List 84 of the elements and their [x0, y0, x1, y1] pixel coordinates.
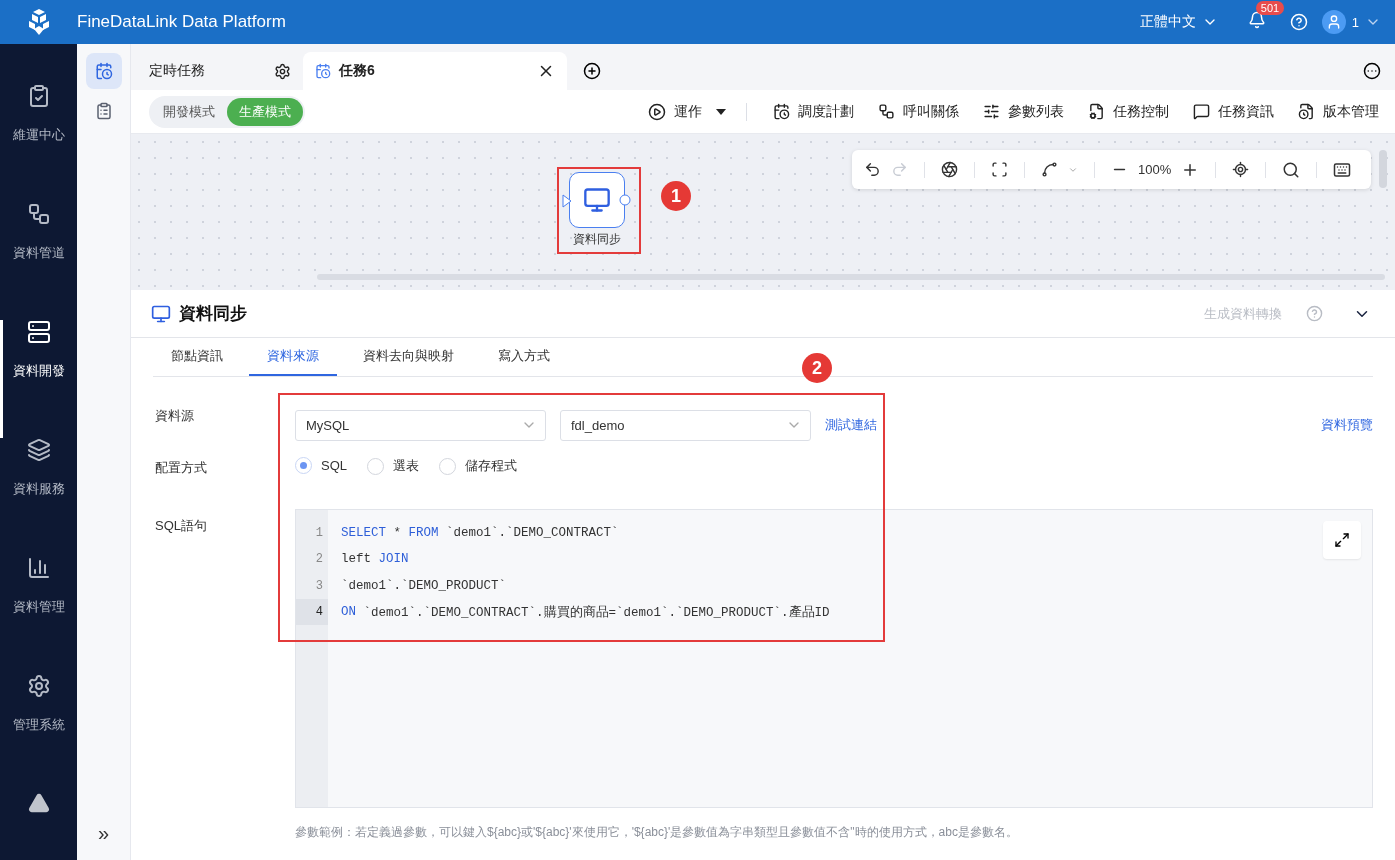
input-port[interactable] [562, 194, 572, 208]
sync-node[interactable] [569, 172, 625, 228]
app-title: FineDataLink Data Platform [77, 12, 287, 32]
maximize-icon [1334, 532, 1350, 548]
output-port[interactable] [619, 194, 631, 206]
field-label: 配置方式 [155, 459, 208, 477]
toolbar-action[interactable]: 版本管理 [1298, 102, 1379, 121]
panel-title: 資料同步 [179, 303, 248, 325]
toolbar-action[interactable]: 參數列表 [983, 102, 1064, 121]
code-line: ON `demo1`.`DEMO_CONTRACT`.購買的商品=`demo1`.`DEMO_PRODUCT`.產品ID [341, 604, 830, 622]
radio-option[interactable]: 儲存程式 [439, 457, 517, 475]
nav-item[interactable]: 維運中心 [0, 84, 77, 202]
gear-icon [26, 673, 51, 698]
calendar-icon [773, 103, 790, 120]
file-clock-icon [1298, 103, 1315, 120]
expand-button[interactable]: » [91, 821, 116, 846]
search-icon[interactable] [1282, 160, 1301, 179]
nav-item[interactable]: 資料管道 [0, 201, 77, 320]
undo-icon[interactable] [864, 161, 881, 178]
file-gear-icon [1088, 103, 1105, 120]
line-number: 1 [314, 525, 324, 543]
nav-item[interactable]: 管理系統 [0, 673, 77, 792]
field-label: SQL語句 [155, 517, 208, 535]
sliders-icon [983, 103, 1000, 120]
node-label: 資料同步 [573, 231, 621, 248]
db-type-select[interactable]: MySQL [295, 409, 546, 441]
code-line: `demo1`.`DEMO_PRODUCT` [341, 577, 508, 595]
toolbar-action[interactable]: 任務控制 [1088, 102, 1169, 121]
mode-toggle[interactable]: 開發模式 [151, 97, 227, 126]
scrollbar[interactable] [1379, 150, 1387, 188]
monitor-icon [583, 186, 611, 214]
nav-item[interactable]: 資料管理 [0, 555, 77, 674]
field-label: 資料源 [155, 407, 195, 425]
clipboard-icon [94, 102, 113, 120]
preview-link[interactable]: 資料預覽 [1321, 416, 1373, 434]
sync-icon [151, 303, 171, 324]
bar-chart-icon [26, 555, 51, 580]
server-icon [26, 319, 51, 344]
add-tab-icon[interactable] [583, 62, 601, 80]
sidebar-item[interactable] [85, 53, 122, 89]
panel-tab[interactable]: 寫入方式 [480, 338, 568, 376]
calendar-icon [94, 62, 113, 80]
user-menu[interactable]: 1 [1321, 10, 1381, 34]
panel-tab[interactable]: 資料去向與映射 [345, 338, 472, 376]
task-tab[interactable]: 任務6 [303, 52, 567, 90]
keyboard-icon[interactable] [1333, 160, 1352, 179]
panel-tab[interactable]: 節點資訊 [153, 338, 241, 376]
radio-option[interactable]: SQL [295, 457, 347, 474]
locate-icon[interactable] [1232, 161, 1250, 178]
play-icon [648, 102, 666, 121]
layers-icon [26, 437, 51, 462]
code-line: left JOIN [341, 551, 410, 569]
run-button[interactable]: 運作 [648, 102, 726, 121]
task-tab[interactable]: 定時任務 [137, 52, 303, 90]
code-line: SELECT * FROM `demo1`.`DEMO_CONTRACT` [341, 525, 620, 543]
bell-icon[interactable] [1247, 11, 1266, 29]
nav-item[interactable]: 資料服務 [0, 437, 77, 556]
notification-count: 501 [1255, 1, 1285, 15]
aperture-icon[interactable] [941, 161, 958, 178]
panel-tab[interactable]: 資料來源 [249, 338, 337, 376]
flow-icon [26, 201, 51, 226]
test-connection-link[interactable]: 測試連結 [825, 416, 877, 434]
language-selector[interactable]: 正體中文 [1139, 13, 1218, 31]
toolbar-action[interactable]: 調度計劃 [773, 102, 854, 121]
line-number: 2 [314, 551, 324, 569]
settings-icon[interactable] [274, 62, 291, 80]
toolbar-action[interactable]: 呼叫關係 [878, 102, 959, 121]
triangle-icon[interactable] [27, 791, 50, 814]
calendar-icon [315, 63, 331, 79]
message-icon [1193, 103, 1210, 120]
caret-icon [716, 107, 726, 116]
sql-editor[interactable]: 1 2 3 4 SELECT * FROM `demo1`.`DEMO_CONTRACT` left JOIN `demo1`.`DEMO_PRODUCT` ON `demo1`.`DEMO_CONTRACT`.購買的商品=`demo1`.`DEMO_PRODUCT`.產品ID [295, 509, 1373, 808]
hint-text: 參數範例：若定義過參數，可以鍵入${abc}或'${abc}'來使用它，'${abc}'是參數值為字串類型且參數值不含"時的使用方式，abc是參數名。 [295, 824, 1019, 841]
toolbar-action[interactable]: 任務資訊 [1193, 102, 1274, 121]
expand-editor-button[interactable] [1323, 521, 1361, 559]
line-number: 4 [296, 598, 328, 626]
radio-option[interactable]: 選表 [367, 457, 419, 475]
more-icon[interactable] [1363, 62, 1381, 80]
connector-icon[interactable] [1041, 161, 1058, 178]
flow-icon [878, 103, 895, 120]
fit-view-icon[interactable] [991, 161, 1008, 178]
database-select[interactable]: fdl_demo [560, 409, 811, 441]
zoom-level: 100% [1138, 162, 1172, 177]
line-number: 3 [314, 577, 324, 595]
